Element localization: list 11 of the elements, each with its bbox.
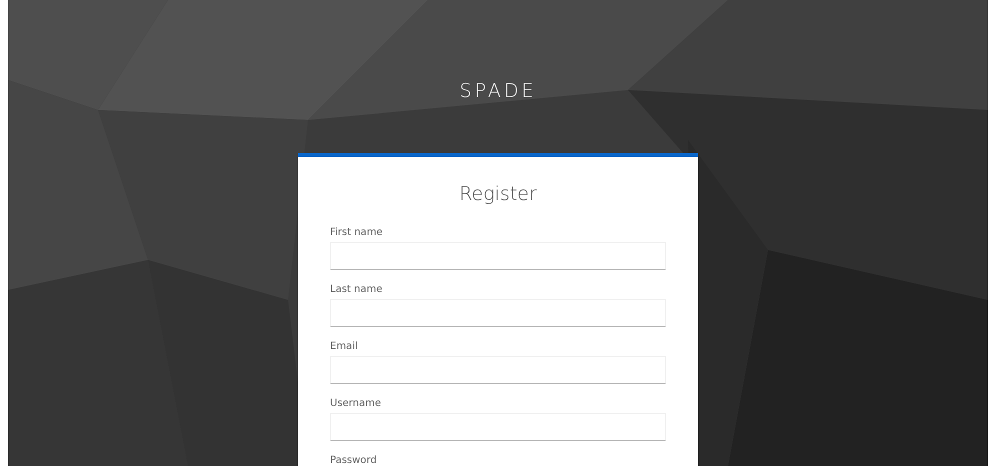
brand-title: SPADE xyxy=(460,79,536,103)
input-field[interactable] xyxy=(330,356,666,384)
form-heading: Register xyxy=(459,182,537,207)
field-label: Email xyxy=(330,340,359,354)
field-label: Password xyxy=(330,454,378,466)
input-field[interactable] xyxy=(330,242,666,270)
field-label: Last name xyxy=(330,283,384,297)
input-field[interactable] xyxy=(330,299,666,327)
input-field[interactable] xyxy=(330,413,666,441)
field-label: Username xyxy=(330,397,382,411)
field-label: First name xyxy=(330,226,384,240)
